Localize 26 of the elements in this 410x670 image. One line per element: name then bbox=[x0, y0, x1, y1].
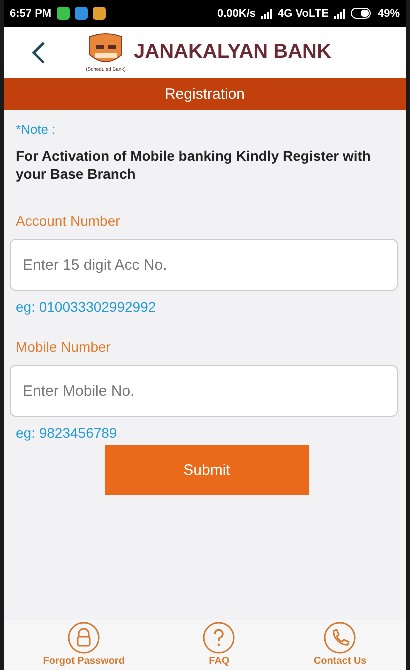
help-icon bbox=[203, 622, 236, 654]
example-text: eg: 9823456789 bbox=[16, 425, 118, 441]
input-field[interactable]: Enter 15 digit Acc No. bbox=[10, 239, 398, 291]
field-label: Mobile Number bbox=[16, 339, 112, 355]
note-label: *Note : bbox=[16, 122, 57, 137]
back-icon[interactable] bbox=[32, 40, 46, 64]
submit-button[interactable]: Submit bbox=[105, 445, 309, 495]
page-title-bar: Registration bbox=[4, 78, 406, 110]
nav-item[interactable]: Forgot Password bbox=[43, 622, 125, 667]
battery-level: 49% bbox=[378, 8, 400, 20]
app-icon bbox=[92, 7, 106, 20]
nav-item[interactable]: FAQ bbox=[203, 622, 236, 667]
nav-item[interactable]: Contact Us bbox=[314, 622, 367, 667]
field-label: Account Number bbox=[16, 213, 122, 229]
phone-icon bbox=[324, 622, 356, 654]
note-text: For Activation of Mobile banking Kindly Register with your Base Branch bbox=[16, 147, 372, 183]
lock-icon bbox=[68, 622, 100, 654]
status-time: 6:57 PM bbox=[10, 8, 52, 20]
bank-name: JANAKALYAN BANK bbox=[134, 41, 332, 64]
input-field[interactable]: Enter Mobile No. bbox=[10, 365, 398, 417]
example-text: eg: 010033302992992 bbox=[16, 299, 158, 315]
signal-icon bbox=[261, 8, 274, 18]
network-speed: 0.00K/s bbox=[218, 8, 256, 20]
signal-icon bbox=[334, 8, 346, 18]
network-type: 4G VoLTE bbox=[278, 8, 329, 20]
app-icon bbox=[74, 7, 88, 20]
